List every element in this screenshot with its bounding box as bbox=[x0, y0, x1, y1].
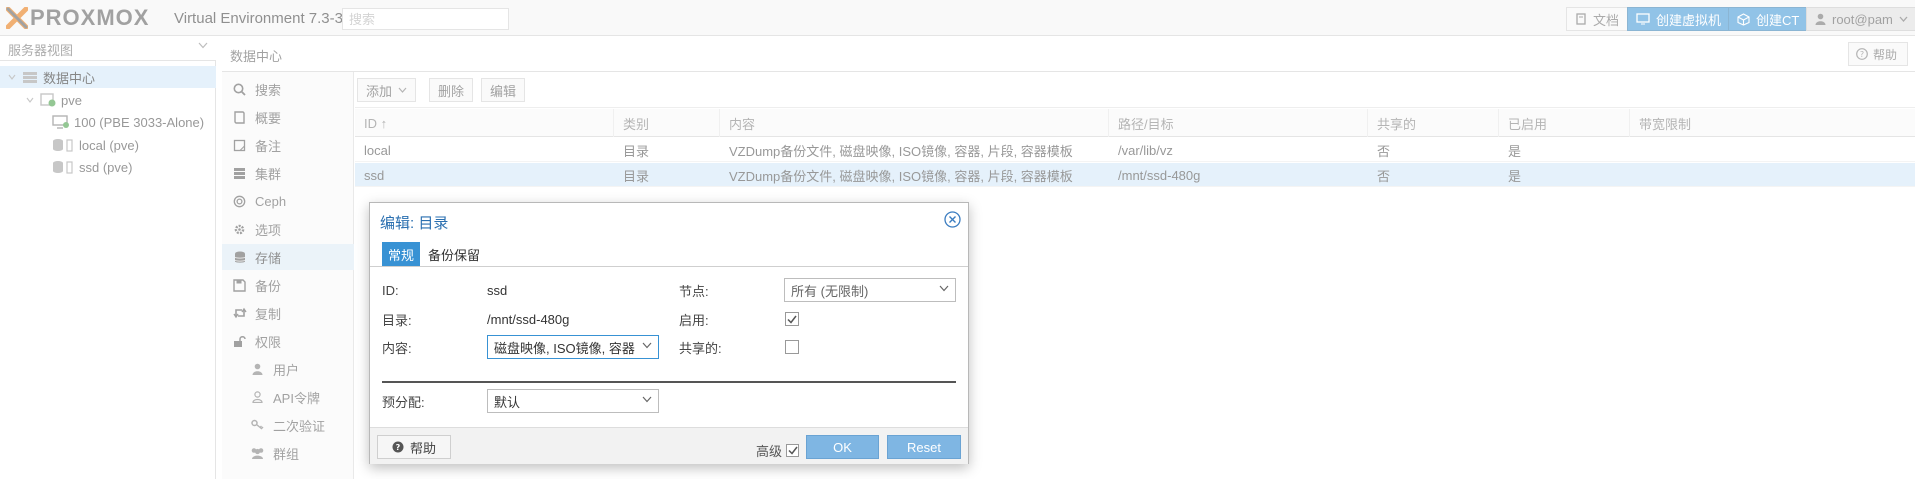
close-icon bbox=[944, 211, 961, 228]
advanced-checkbox[interactable] bbox=[786, 444, 800, 457]
tab-backup-retention[interactable]: 备份保留 bbox=[422, 242, 486, 266]
advanced-divider bbox=[382, 381, 956, 383]
dialog-footer: ? 帮助 高级 OK Reset bbox=[370, 427, 968, 464]
dialog-title: 编辑: 目录 bbox=[380, 215, 449, 232]
ok-button[interactable]: OK bbox=[806, 435, 879, 459]
dialog-help-label: 帮助 bbox=[409, 440, 436, 456]
reset-button[interactable]: Reset bbox=[887, 435, 961, 459]
directory-label: 目录: bbox=[382, 312, 412, 328]
check-icon bbox=[787, 315, 797, 324]
edit-directory-dialog: 编辑: 目录 常规 备份保留 ID: ssd 目录: /mnt/ssd-480g… bbox=[369, 202, 969, 464]
id-label: ID: bbox=[382, 282, 399, 298]
preallocation-select-value: 默认 bbox=[494, 394, 521, 410]
tab-general[interactable]: 常规 bbox=[382, 242, 421, 266]
preallocation-select[interactable]: 默认 bbox=[487, 389, 659, 413]
advanced-toggle[interactable]: 高级 bbox=[756, 441, 800, 460]
dialog-help-button[interactable]: ? 帮助 bbox=[377, 435, 451, 459]
close-button[interactable] bbox=[944, 211, 961, 231]
chevron-down-icon bbox=[642, 396, 652, 403]
shared-checkbox[interactable] bbox=[785, 340, 799, 354]
node-select-value: 所有 (无限制) bbox=[791, 283, 869, 299]
svg-text:?: ? bbox=[396, 443, 401, 452]
directory-value: /mnt/ssd-480g bbox=[487, 311, 570, 327]
dialog-tabs: 常规 备份保留 bbox=[370, 241, 968, 267]
advanced-label: 高级 bbox=[756, 444, 783, 459]
check-icon bbox=[787, 446, 798, 455]
content-select[interactable]: 磁盘映像, ISO镜像, 容器 bbox=[487, 335, 659, 359]
content-select-value: 磁盘映像, ISO镜像, 容器 bbox=[494, 340, 635, 356]
content-label: 内容: bbox=[382, 340, 412, 356]
chevron-down-icon bbox=[939, 285, 949, 292]
node-select[interactable]: 所有 (无限制) bbox=[784, 278, 956, 302]
enable-checkbox[interactable] bbox=[785, 312, 799, 326]
enable-label: 启用: bbox=[679, 312, 709, 328]
preallocation-label: 预分配: bbox=[382, 394, 425, 410]
id-value: ssd bbox=[487, 282, 508, 298]
node-label: 节点: bbox=[679, 283, 709, 299]
chevron-down-icon bbox=[642, 342, 652, 349]
shared-label: 共享的: bbox=[679, 340, 722, 356]
question-circle-icon: ? bbox=[392, 441, 404, 453]
